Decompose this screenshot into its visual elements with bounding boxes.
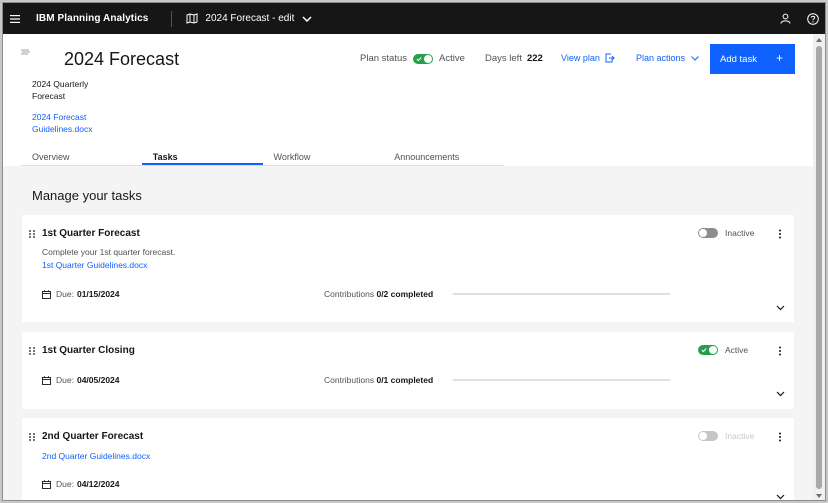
vertical-scrollbar[interactable]: [813, 34, 825, 500]
days-left-value: 222: [526, 53, 543, 64]
task-doc-link[interactable]: 2nd Quarter Guidelines.docx: [42, 451, 150, 461]
task-status: Inactive: [698, 431, 754, 441]
hamburger-menu-icon[interactable]: [4, 3, 26, 34]
plan-status-toggle[interactable]: [413, 53, 433, 64]
due-date: 01/15/2024: [76, 289, 120, 299]
guidelines-doc-link[interactable]: 2024 Forecast Guidelines.docx: [32, 111, 122, 135]
contributions-value: 0/2 completed: [376, 289, 434, 299]
task-status-toggle: [698, 431, 718, 441]
plan-status-value: Active: [439, 53, 465, 64]
calendar-icon: [42, 289, 51, 299]
drag-handle-icon: [29, 347, 35, 355]
task-status-label: Active: [725, 345, 749, 355]
tab-announcements[interactable]: Announcements: [383, 146, 504, 165]
task-status: Inactive: [698, 228, 754, 238]
task-card: 2nd Quarter Forecast 2nd Quarter Guideli…: [22, 418, 794, 500]
drag-handle-icon: [29, 230, 35, 238]
task-status-toggle[interactable]: [698, 228, 718, 238]
task-status-label: Inactive: [725, 228, 755, 238]
task-status-toggle[interactable]: [698, 345, 718, 355]
add-task-button[interactable]: Add task +: [710, 44, 795, 74]
topbar-divider: [171, 10, 173, 27]
chevron-down-icon: [776, 494, 785, 500]
overflow-menu-icon: [779, 229, 781, 239]
user-icon[interactable]: [771, 3, 799, 34]
plus-icon: +: [775, 51, 783, 65]
plan-actions-menu[interactable]: Plan actions: [636, 53, 699, 63]
plan-status: Plan status Active: [360, 53, 465, 64]
plan-title[interactable]: 2024 Forecast - edit: [205, 13, 294, 24]
overflow-menu-icon: [779, 432, 781, 442]
calendar-icon: [42, 479, 51, 489]
calendar-icon: [42, 375, 51, 385]
tab-overview[interactable]: Overview: [21, 146, 142, 165]
contributions-label: Contributions: [324, 375, 375, 385]
task-contributions: Contributions 0/1 completed: [324, 375, 433, 385]
task-due: Due: 01/15/2024: [42, 289, 120, 299]
task-description: Complete your 1st quarter forecast.: [42, 247, 176, 257]
page-title: 2024 Forecast: [64, 49, 180, 69]
chevron-down-icon: [776, 391, 785, 397]
progress-bar: [453, 293, 670, 295]
launch-icon: [605, 53, 615, 63]
drag-handle-icon: [29, 433, 35, 441]
task-due: Due: 04/05/2024: [42, 375, 120, 385]
section-title: Manage your tasks: [32, 188, 142, 203]
plan-map-icon: [186, 13, 198, 25]
progress-bar: [453, 379, 670, 381]
help-icon[interactable]: [799, 3, 825, 34]
due-label: Due:: [56, 479, 74, 489]
tab-workflow[interactable]: Workflow: [263, 146, 384, 165]
contributions-value: 0/1 completed: [376, 375, 434, 385]
tab-tasks[interactable]: Tasks: [141, 146, 263, 165]
plan-tabs: Overview Tasks Workflow Announcements: [21, 146, 504, 166]
plan-header: 2024 Forecast 2024 Quarterly Forecast 20…: [3, 34, 815, 166]
overflow-menu-icon: [779, 346, 781, 356]
task-status: Active: [698, 345, 748, 355]
view-plan-label: View plan: [561, 53, 600, 63]
product-name[interactable]: IBM Planning Analytics: [36, 13, 148, 24]
due-date: 04/05/2024: [76, 375, 120, 385]
plan-thumbnail-icon: [21, 49, 31, 57]
scroll-down-icon: [816, 494, 822, 498]
task-contributions: Contributions 0/2 completed: [324, 289, 433, 299]
plan-actions-label: Plan actions: [636, 53, 686, 63]
plan-status-label: Plan status: [360, 53, 407, 64]
chevron-down-icon: [691, 55, 699, 61]
task-doc-link[interactable]: 1st Quarter Guidelines.docx: [42, 260, 147, 270]
days-left-label: Days left: [485, 53, 522, 64]
due-label: Due:: [56, 289, 74, 299]
task-card: 1st Quarter Closing Active Due: 04/05/202…: [22, 332, 794, 409]
app-window: IBM Planning Analytics 2024 Forecast - e…: [2, 2, 826, 501]
task-title: 2nd Quarter Forecast: [42, 431, 144, 442]
task-card: 1st Quarter Forecast Complete your 1st q…: [22, 215, 794, 322]
task-status-label: Inactive: [725, 431, 755, 441]
task-title: 1st Quarter Closing: [42, 345, 135, 356]
scroll-up-icon: [816, 38, 822, 42]
chevron-down-icon: [776, 305, 785, 311]
contributions-label: Contributions: [324, 289, 375, 299]
plan-subtitle: 2024 Quarterly Forecast: [32, 79, 89, 101]
due-date: 04/12/2024: [76, 479, 120, 489]
top-navigation-bar: IBM Planning Analytics 2024 Forecast - e…: [3, 3, 825, 34]
task-title: 1st Quarter Forecast: [42, 228, 140, 239]
add-task-label: Add task: [720, 53, 757, 65]
view-plan-link[interactable]: View plan: [561, 53, 615, 63]
chevron-down-icon[interactable]: [302, 13, 314, 25]
task-due: Due: 04/12/2024: [42, 479, 120, 489]
due-label: Due:: [56, 375, 74, 385]
days-left: Days left 222: [485, 53, 543, 64]
scroll-thumb[interactable]: [816, 46, 822, 489]
